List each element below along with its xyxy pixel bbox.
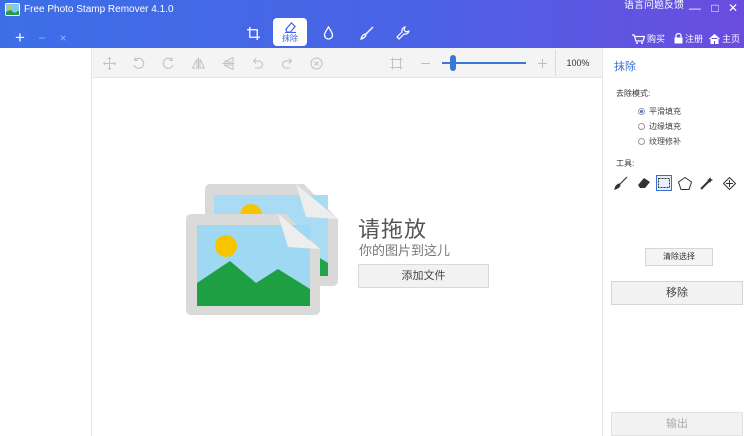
maximize-button[interactable]: □ — [708, 2, 722, 16]
toolbar-divider — [555, 50, 556, 76]
radio-button[interactable] — [638, 138, 645, 145]
flip-horizontal-icon[interactable] — [191, 56, 205, 70]
eraser-icon — [284, 21, 296, 33]
photos-illustration-icon — [186, 184, 338, 315]
radio-button[interactable] — [638, 123, 645, 130]
canvas-area[interactable]: 100% 请拖放 你的图片到这儿 添加文件 — [92, 48, 602, 436]
polygon-select-icon[interactable] — [677, 175, 693, 191]
tab-erase-label: 抹除 — [282, 34, 298, 43]
feedback-link[interactable]: 问题反馈 — [644, 0, 684, 12]
radio-smooth-fill[interactable]: 平滑填充 — [638, 106, 681, 117]
crop-icon — [246, 26, 260, 40]
buy-link[interactable]: 购买 — [632, 32, 665, 45]
language-menu[interactable]: 语言 — [624, 0, 644, 12]
radio-texture-repair[interactable]: 纹理修补 — [638, 136, 681, 147]
radio-label: 纹理修补 — [649, 137, 681, 146]
app-logo-icon — [5, 3, 20, 16]
register-label: 注册 — [685, 34, 704, 44]
canvas-toolbar: 100% — [92, 48, 602, 78]
move-icon[interactable] — [102, 56, 116, 70]
rectangle-select-icon[interactable] — [656, 175, 672, 191]
cancel-icon[interactable] — [309, 56, 323, 70]
redo-icon[interactable] — [280, 56, 294, 70]
add-image-button[interactable]: + — [12, 29, 28, 46]
lock-icon — [674, 33, 683, 44]
tools-label: 工具: — [616, 159, 635, 168]
undo-icon[interactable] — [250, 56, 264, 70]
clear-images-button[interactable]: × — [55, 30, 71, 46]
radio-button[interactable] — [638, 108, 645, 115]
drop-subtitle: 你的图片到这儿 — [359, 243, 451, 258]
remove-image-button[interactable]: − — [34, 30, 50, 46]
buy-label: 购买 — [647, 34, 666, 44]
title-bar: Free Photo Stamp Remover 4.1.0 语言 问题反馈 —… — [0, 0, 744, 48]
panel-title: 抹除 — [614, 61, 636, 73]
add-file-button[interactable]: 添加文件 — [358, 264, 489, 288]
magic-wand-icon[interactable] — [699, 175, 715, 191]
brush-tool-icon[interactable] — [613, 175, 629, 191]
minimize-button[interactable]: — — [688, 2, 702, 16]
cart-icon — [632, 33, 645, 44]
home-label: 主页 — [722, 34, 741, 44]
remove-button[interactable]: 移除 — [611, 281, 743, 305]
rotate-right-icon[interactable] — [161, 56, 175, 70]
rotate-left-icon[interactable] — [131, 56, 145, 70]
flip-vertical-icon[interactable] — [221, 56, 235, 70]
fit-screen-icon[interactable] — [389, 56, 403, 70]
tab-erase[interactable]: 抹除 — [273, 18, 307, 46]
move-tool-icon[interactable] — [721, 175, 737, 191]
removal-mode-label: 去除模式: — [616, 89, 651, 98]
radio-label: 边缘填充 — [649, 122, 681, 131]
home-icon — [709, 33, 720, 44]
tab-crop[interactable] — [238, 20, 268, 46]
zoom-in-icon[interactable] — [535, 56, 549, 70]
radio-edge-fill[interactable]: 边缘填充 — [638, 121, 681, 132]
erase-settings-panel: 抹除 去除模式: 平滑填充 边缘填充 纹理修补 工具: 清除选择 移除 输出 — [602, 48, 744, 436]
zoom-out-icon[interactable] — [418, 56, 432, 70]
output-button[interactable]: 输出 — [611, 412, 743, 436]
eraser-tool-icon[interactable] — [636, 175, 652, 191]
clear-selection-button[interactable]: 清除选择 — [645, 248, 713, 266]
image-list-panel[interactable] — [0, 48, 92, 436]
radio-label: 平滑填充 — [649, 107, 681, 116]
home-link[interactable]: 主页 — [709, 32, 740, 45]
app-title: Free Photo Stamp Remover 4.1.0 — [24, 4, 174, 15]
tab-watermark[interactable] — [313, 20, 343, 46]
tab-brush[interactable] — [352, 20, 382, 46]
close-button[interactable]: ✕ — [726, 2, 740, 16]
zoom-value: 100% — [566, 58, 590, 68]
brush-icon — [360, 26, 374, 40]
drop-icon — [323, 26, 333, 40]
register-link[interactable]: 注册 — [674, 32, 703, 45]
tab-tools[interactable] — [388, 20, 418, 46]
wrench-icon — [396, 26, 410, 40]
zoom-slider-handle[interactable] — [450, 55, 456, 71]
